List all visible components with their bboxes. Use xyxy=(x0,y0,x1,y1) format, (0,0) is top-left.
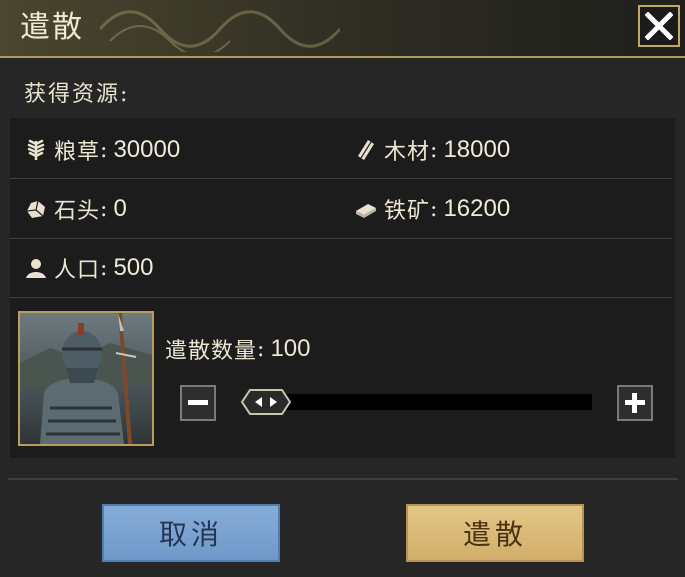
increase-button[interactable] xyxy=(617,385,653,421)
soldier-portrait-image xyxy=(20,313,152,444)
row-divider xyxy=(10,297,672,298)
close-button[interactable] xyxy=(638,5,680,47)
dismiss-quantity-label: 遣散数量 xyxy=(165,339,258,364)
resource-name: 铁矿 xyxy=(384,199,431,224)
resource-population: 人口: 500 xyxy=(24,252,153,284)
iron-ore-icon xyxy=(356,204,376,218)
title-bar: 遣散 xyxy=(0,0,685,58)
dialog-title: 遣散 xyxy=(20,10,84,45)
quantity-slider-track[interactable] xyxy=(250,394,592,410)
resource-value: 16200 xyxy=(443,195,511,222)
dismiss-quantity-value: 100 xyxy=(270,335,311,362)
stone-icon xyxy=(26,200,45,218)
resource-value: 30000 xyxy=(113,136,181,163)
slider-handle-icon[interactable] xyxy=(240,388,292,416)
decrease-button[interactable] xyxy=(180,385,216,421)
dismiss-quantity: 遣散数量: 100 xyxy=(165,335,311,364)
resource-name: 人口 xyxy=(54,258,101,283)
resource-value: 500 xyxy=(113,254,154,281)
resource-name: 粮草 xyxy=(54,140,101,165)
confirm-dismiss-button[interactable]: 遣散 xyxy=(406,504,584,562)
grain-icon xyxy=(27,139,45,160)
unit-portrait xyxy=(18,311,154,446)
title-ornament-icon xyxy=(100,10,340,52)
resource-stone: 石头: 0 xyxy=(24,193,127,225)
wood-icon xyxy=(358,140,374,160)
row-divider xyxy=(10,178,672,179)
resource-iron-ore: 铁矿: 16200 xyxy=(354,193,510,225)
resource-grain: 粮草: 30000 xyxy=(24,134,180,166)
resources-label: 获得资源: xyxy=(24,82,130,107)
dismiss-dialog: 遣散 获得资源: 粮草: 30000 木材: 18000 石头: 0 铁矿:… xyxy=(0,0,685,577)
row-divider xyxy=(10,238,672,239)
resource-value: 0 xyxy=(113,195,127,222)
minus-icon xyxy=(188,400,208,405)
population-icon xyxy=(26,259,46,278)
resource-name: 木材 xyxy=(384,140,431,165)
cancel-button[interactable]: 取消 xyxy=(102,504,280,562)
plus-icon xyxy=(625,393,645,413)
resource-name: 石头 xyxy=(54,199,101,224)
close-icon xyxy=(645,12,673,40)
resource-value: 18000 xyxy=(443,136,511,163)
resource-wood: 木材: 18000 xyxy=(354,134,510,166)
footer-divider xyxy=(8,478,678,480)
